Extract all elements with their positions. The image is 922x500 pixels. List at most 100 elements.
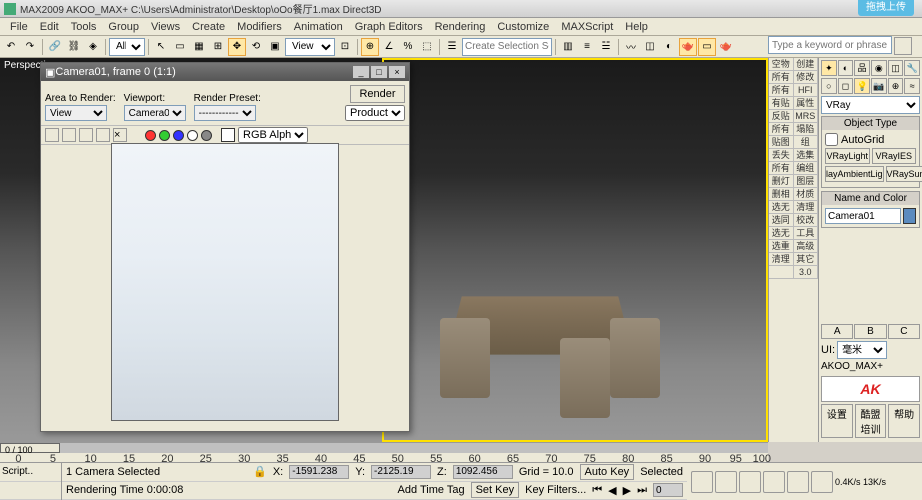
script-listener[interactable]: Script.. <box>0 463 61 482</box>
side-btn[interactable] <box>769 266 794 278</box>
autokey-button[interactable]: Auto Key <box>580 464 635 480</box>
mirror-button[interactable]: ▥ <box>559 38 577 56</box>
side-btn[interactable]: 选无UV <box>769 227 794 239</box>
y-coord-input[interactable] <box>371 465 431 479</box>
selection-set-input[interactable] <box>462 38 552 56</box>
tab-c[interactable]: C <box>888 324 920 339</box>
rollout-header[interactable]: Object Type <box>822 117 919 130</box>
settings-button[interactable]: 设置 <box>821 404 853 438</box>
render-button[interactable]: 🫖 <box>717 38 735 56</box>
side-btn[interactable]: 校改 <box>794 214 819 226</box>
rendered-frame-window[interactable]: ▣ Camera01, frame 0 (1:1) _□× Area to Re… <box>40 62 410 432</box>
create-tab[interactable]: ✦ <box>821 60 837 76</box>
z-coord-input[interactable] <box>453 465 513 479</box>
side-btn[interactable]: 选无材 <box>769 201 794 213</box>
rf-titlebar[interactable]: ▣ Camera01, frame 0 (1:1) _□× <box>41 63 409 81</box>
side-btn[interactable]: 修改 <box>794 71 819 83</box>
mono-channel-button[interactable] <box>201 130 212 141</box>
side-btn[interactable]: 选重复 <box>769 240 794 252</box>
menu-maxscript[interactable]: MAXScript <box>555 19 619 35</box>
color-swatch[interactable] <box>903 208 916 224</box>
select-region-button[interactable]: ▦ <box>190 38 208 56</box>
unlink-button[interactable]: ⛓ <box>65 38 83 56</box>
side-btn[interactable]: 塌陷 <box>794 123 819 135</box>
vraylight-button[interactable]: VRayLight <box>825 148 870 164</box>
side-btn[interactable]: 3.0 <box>794 266 819 278</box>
save-image-button[interactable] <box>45 128 59 142</box>
percent-snap-button[interactable]: % <box>399 38 417 56</box>
menu-group[interactable]: Group <box>102 19 145 35</box>
layers-button[interactable]: ☱ <box>597 38 615 56</box>
keyfilters-button[interactable]: Key Filters... <box>525 484 586 496</box>
menu-file[interactable]: File <box>4 19 34 35</box>
curve-editor-button[interactable]: 〰 <box>622 38 640 56</box>
menu-animation[interactable]: Animation <box>288 19 349 35</box>
fov-button[interactable] <box>763 471 785 493</box>
side-btn[interactable]: 高级 <box>794 240 819 252</box>
side-btn[interactable]: 所有贴图 <box>769 162 794 174</box>
color-swatch[interactable] <box>221 128 235 142</box>
side-btn[interactable]: 清理内存 <box>769 253 794 265</box>
hierarchy-tab[interactable]: 品 <box>854 60 870 76</box>
upload-button[interactable]: 拖拽上传 <box>858 0 914 16</box>
side-btn[interactable]: MRS <box>794 110 819 122</box>
preset-dropdown[interactable]: --------------- <box>194 105 256 121</box>
ref-coord-dropdown[interactable]: View <box>285 38 335 56</box>
render-output-canvas[interactable] <box>111 143 339 421</box>
rf-maximize-button[interactable]: □ <box>371 66 387 78</box>
modify-tab[interactable]: ◐ <box>838 60 854 76</box>
motion-tab[interactable]: ◉ <box>871 60 887 76</box>
clear-button[interactable]: × <box>113 128 127 142</box>
menu-views[interactable]: Views <box>145 19 186 35</box>
snap-button[interactable]: ⊕ <box>361 38 379 56</box>
rotate-button[interactable]: ⟲ <box>247 38 265 56</box>
time-tag[interactable]: Add Time Tag <box>398 484 465 496</box>
rf-close-button[interactable]: × <box>389 66 405 78</box>
zoom-extents-button[interactable] <box>739 471 761 493</box>
move-button[interactable]: ✥ <box>228 38 246 56</box>
side-btn[interactable]: 创建 <box>794 58 819 70</box>
side-btn[interactable]: 属性 <box>794 97 819 109</box>
side-btn[interactable]: HFI <box>794 84 819 96</box>
geometry-tab[interactable]: ○ <box>821 78 837 94</box>
autogrid-checkbox[interactable] <box>825 133 838 146</box>
rf-minimize-button[interactable]: _ <box>353 66 369 78</box>
pan-button[interactable] <box>691 471 713 493</box>
side-btn[interactable]: 所有层 <box>769 84 794 96</box>
menu-rendering[interactable]: Rendering <box>429 19 492 35</box>
lights-tab[interactable]: 💡 <box>854 78 870 94</box>
side-btn[interactable]: 组 <box>794 136 819 148</box>
material-editor-button[interactable]: ◐ <box>660 38 678 56</box>
side-btn[interactable]: 图层 <box>794 175 819 187</box>
utilities-tab[interactable]: 🔧 <box>904 60 920 76</box>
time-slider[interactable]: 0 / 100 05101520253035404550556065707580… <box>0 442 768 462</box>
copy-image-button[interactable] <box>62 128 76 142</box>
keymode-dropdown[interactable]: Selected <box>640 466 683 478</box>
side-btn[interactable]: 所有组 <box>769 71 794 83</box>
side-btn[interactable]: 有贴图 <box>769 97 794 109</box>
area-dropdown[interactable]: View <box>45 105 107 121</box>
side-btn[interactable]: 反贴图 <box>769 110 794 122</box>
alpha-channel-button[interactable] <box>187 130 198 141</box>
help-button[interactable]: 帮助 <box>888 404 920 438</box>
maxscript-prompt[interactable] <box>0 482 61 500</box>
bind-button[interactable]: ◈ <box>84 38 102 56</box>
menu-customize[interactable]: Customize <box>491 19 555 35</box>
menu-modifiers[interactable]: Modifiers <box>231 19 288 35</box>
rendered-frame-button[interactable]: ▭ <box>698 38 716 56</box>
redo-button[interactable]: ↷ <box>21 38 39 56</box>
selection-filter[interactable]: All <box>109 38 145 56</box>
category-dropdown[interactable]: VRay <box>821 96 920 114</box>
render-setup-button[interactable]: 🫖 <box>679 38 697 56</box>
spinner-snap-button[interactable]: ⬚ <box>418 38 436 56</box>
maximize-viewport-button[interactable] <box>811 471 833 493</box>
menu-help[interactable]: Help <box>619 19 654 35</box>
setkey-button[interactable]: Set Key <box>471 482 520 498</box>
object-name-input[interactable] <box>825 208 901 224</box>
side-btn[interactable]: 选集 <box>794 149 819 161</box>
helpers-tab[interactable]: ⊕ <box>888 78 904 94</box>
red-channel-button[interactable] <box>145 130 156 141</box>
menu-edit[interactable]: Edit <box>34 19 65 35</box>
current-frame-input[interactable] <box>653 483 683 497</box>
viewport-dropdown[interactable]: Camera01 <box>124 105 186 121</box>
